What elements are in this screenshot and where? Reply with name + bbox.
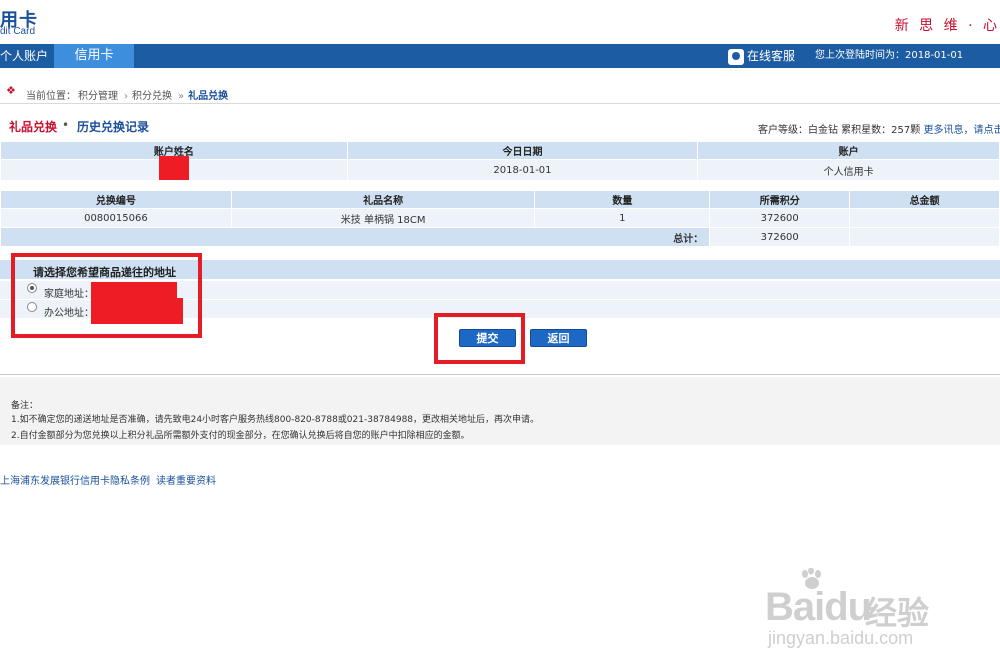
divider: [0, 374, 1000, 375]
customer-level: 客户等级：白金钻 累积星数：257颗: [758, 125, 921, 136]
breadcrumb-prefix: 当前位置：: [26, 91, 76, 102]
tab-exchange-history[interactable]: 历史兑换记录: [77, 118, 149, 135]
total-row: 总计： 372600: [0, 227, 1000, 247]
quantity-cell: 1: [534, 208, 711, 228]
slogan: 新 思 维 · 心: [894, 18, 1000, 34]
top-header: 用卡 dit Card 新 思 维 · 心: [0, 0, 1000, 44]
double-chevron-icon: »: [178, 91, 185, 102]
account-name-cell: [0, 156, 348, 181]
today-date-cell: 2018-01-01: [346, 159, 699, 181]
total-label: 总计：: [0, 227, 711, 247]
header-exchange-id: 兑换编号: [0, 190, 232, 209]
account-type-cell: 个人信用卡: [697, 159, 1000, 181]
nav-personal-account[interactable]: 个人账户: [0, 44, 54, 68]
submit-button[interactable]: 提交: [459, 329, 516, 347]
privacy-policy-link[interactable]: 上海浦东发展银行信用卡隐私条例: [0, 476, 150, 487]
note-line-2: 2.自付金额部分为您兑换以上积分礼品所需额外支付的现金部分，在您确认兑换后将自您…: [11, 431, 470, 441]
amount-cell: [849, 208, 1000, 228]
table-row: 2018-01-01 个人信用卡: [0, 156, 1000, 181]
back-button[interactable]: 返回: [530, 329, 587, 347]
reader-info-link[interactable]: 读者重要资料: [156, 476, 216, 487]
tab-bar: 礼品兑换 • 历史兑换记录 客户等级：白金钻 累积星数：257颗 更多讯息，请点…: [0, 118, 1000, 136]
breadcrumb-exchange[interactable]: 积分兑换: [132, 91, 172, 102]
chevron-right-icon: ›: [124, 91, 128, 102]
breadcrumb-points[interactable]: 积分管理: [78, 91, 118, 102]
note-line-1: 1.如不确定您的递送地址是否准确，请先致电24小时客户服务热线800-820-8…: [11, 415, 540, 425]
total-value: 372600: [709, 227, 851, 247]
breadcrumb: ❖ 当前位置： 积分管理 › 积分兑换 » 礼品兑换: [0, 80, 1000, 104]
logo-subtext: dit Card: [0, 26, 36, 37]
online-service-label: 在线客服: [747, 49, 796, 63]
exchange-id-cell: 0080015066: [0, 208, 232, 228]
nav-credit-card[interactable]: 信用卡: [54, 44, 134, 68]
header-points-required: 所需积分: [709, 190, 851, 209]
main-nav: 个人账户 信用卡 在线客服 您上次登陆时间为：2018-01-01 17:42:…: [0, 44, 1000, 85]
online-service-link[interactable]: 在线客服: [728, 46, 795, 66]
header-account: 账户: [697, 141, 1000, 160]
diamond-icon: ❖: [6, 84, 16, 97]
header-today-date: 今日日期: [346, 141, 699, 160]
header-total-amount: 总金额: [849, 190, 1000, 209]
gift-name-cell: 米技 单柄锅 18CM: [230, 208, 536, 228]
account-table: 账户姓名 今日日期 账户 2018-01-01 个人信用卡: [0, 141, 1000, 181]
watermark-url: jingyan.baidu.com: [768, 628, 914, 648]
tab-gift-exchange[interactable]: 礼品兑换: [9, 118, 57, 135]
tab-separator: •: [62, 118, 70, 132]
footer-links: 上海浦东发展银行信用卡隐私条例 读者重要资料: [0, 472, 222, 487]
highlight-box-address: [11, 253, 202, 338]
header-gift-name: 礼品名称: [230, 190, 536, 209]
last-login-time: 您上次登陆时间为：2018-01-01 17:42:02: [815, 50, 964, 85]
breadcrumb-gift: 礼品兑换: [188, 91, 229, 102]
customer-service-icon: [728, 48, 744, 65]
total-amount-empty: [849, 227, 1000, 247]
watermark-brand: Baidu: [765, 585, 872, 630]
header-quantity: 数量: [534, 190, 711, 209]
more-info-link[interactable]: 更多讯息，请点击查: [923, 125, 1000, 136]
gift-table: 兑换编号 礼品名称 数量 所需积分 总金额 0080015066 米技 单柄锅 …: [0, 190, 1000, 247]
watermark-brand-a: Bai: [765, 585, 825, 629]
table-row: 0080015066 米技 单柄锅 18CM 1 372600: [0, 208, 1000, 228]
points-cell: 372600: [709, 208, 851, 228]
redaction-mark: [158, 156, 189, 180]
customer-info: 客户等级：白金钻 累积星数：257颗 更多讯息，请点击查: [758, 121, 1000, 136]
notes-heading: 备注：: [11, 401, 39, 411]
